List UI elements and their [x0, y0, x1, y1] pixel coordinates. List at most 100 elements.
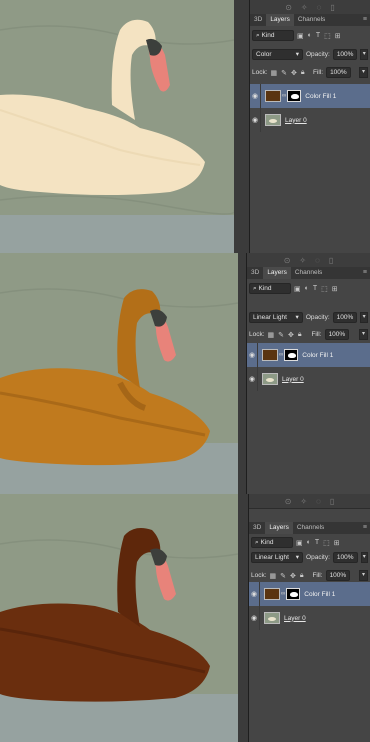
adjustment-filter-icon[interactable]: ◐: [305, 285, 309, 293]
layer-thumbnail[interactable]: [264, 612, 280, 624]
trash-icon[interactable]: ▯: [330, 3, 334, 12]
opacity-field[interactable]: 100%: [332, 49, 358, 60]
tab-layers[interactable]: Layers: [266, 14, 294, 26]
layer-row-layer-0[interactable]: ◉ Layer 0: [249, 606, 370, 630]
layer-name[interactable]: Layer 0: [284, 615, 306, 622]
lock-move-icon[interactable]: ✥: [290, 572, 296, 580]
tab-channels[interactable]: Channels: [293, 522, 328, 534]
fx-icon[interactable]: ✧: [301, 3, 308, 12]
smart-object-filter-icon[interactable]: ⊞: [332, 285, 338, 293]
lock-all-icon[interactable]: 🔒︎: [301, 69, 305, 77]
tab-channels[interactable]: Channels: [294, 14, 329, 26]
link-chain-icon[interactable]: ∞: [282, 93, 286, 99]
smart-object-filter-icon[interactable]: ⊞: [334, 539, 340, 547]
layer-name[interactable]: Layer 0: [285, 117, 307, 124]
layer-name[interactable]: Layer 0: [282, 376, 304, 383]
blend-mode-select[interactable]: Linear Light ▾: [251, 552, 304, 563]
layer-mask-thumbnail[interactable]: [287, 90, 302, 102]
fx-icon[interactable]: ✧: [300, 497, 307, 506]
visibility-eye-icon[interactable]: ◉: [247, 375, 257, 383]
tab-channels[interactable]: Channels: [291, 267, 326, 279]
panel-menu-icon[interactable]: ≡: [363, 267, 370, 279]
tab-3d[interactable]: 3D: [250, 14, 266, 26]
kind-filter-select[interactable]: ⌕ Kind: [249, 283, 291, 294]
fill-stepper[interactable]: ▾: [358, 67, 368, 78]
circle-mask-icon[interactable]: ◌: [317, 3, 322, 12]
link-icon[interactable]: ⊙: [284, 256, 291, 265]
lock-paint-icon[interactable]: ✎: [281, 69, 287, 77]
type-filter-icon[interactable]: T: [313, 285, 317, 293]
adjustment-filter-icon[interactable]: ◐: [307, 539, 311, 547]
opacity-field[interactable]: 100%: [332, 552, 358, 563]
type-filter-icon[interactable]: T: [315, 539, 319, 547]
tab-3d[interactable]: 3D: [247, 267, 263, 279]
link-icon[interactable]: ⊙: [285, 497, 292, 506]
lock-all-icon[interactable]: 🔒︎: [300, 572, 304, 580]
pixel-filter-icon[interactable]: ▣: [297, 32, 304, 40]
visibility-eye-icon[interactable]: ◉: [249, 590, 259, 598]
layer-thumbnail[interactable]: [265, 114, 281, 126]
type-filter-icon[interactable]: T: [316, 32, 320, 40]
lock-paint-icon[interactable]: ✎: [278, 331, 284, 339]
lock-transparent-icon[interactable]: ▦: [268, 331, 275, 339]
layer-mask-thumbnail[interactable]: [286, 588, 301, 600]
layer-row-layer-0[interactable]: ◉ Layer 0: [247, 367, 370, 391]
fx-icon[interactable]: ✧: [299, 256, 306, 265]
layer-row-color-fill[interactable]: ◉ ∞ Color Fill 1: [249, 582, 370, 606]
smart-object-filter-icon[interactable]: ⊞: [335, 32, 341, 40]
opacity-field[interactable]: 100%: [332, 312, 358, 323]
lock-all-icon[interactable]: 🔒︎: [298, 331, 302, 339]
layer-name[interactable]: Color Fill 1: [304, 591, 335, 598]
pixel-filter-icon[interactable]: ▣: [296, 539, 303, 547]
shape-filter-icon[interactable]: ⬚: [324, 32, 331, 40]
layer-mask-thumbnail[interactable]: [284, 349, 299, 361]
panel-menu-icon[interactable]: ≡: [363, 522, 370, 534]
fill-field[interactable]: 100%: [325, 570, 351, 581]
layer-row-color-fill[interactable]: ◉ ∞ Color Fill 1: [250, 84, 370, 108]
pixel-filter-icon[interactable]: ▣: [294, 285, 301, 293]
visibility-eye-icon[interactable]: ◉: [250, 92, 260, 100]
link-icon[interactable]: ⊙: [285, 3, 292, 12]
fill-field[interactable]: 100%: [324, 329, 350, 340]
fill-color-thumbnail[interactable]: [262, 349, 278, 361]
kind-filter-select[interactable]: ⌕ Kind: [252, 30, 294, 41]
tab-3d[interactable]: 3D: [249, 522, 265, 534]
link-chain-icon[interactable]: ∞: [281, 591, 285, 597]
fill-stepper[interactable]: ▾: [358, 570, 368, 581]
link-chain-icon[interactable]: ∞: [279, 352, 283, 358]
kind-label: Kind: [258, 285, 272, 292]
circle-mask-icon[interactable]: ◌: [316, 497, 321, 506]
blend-mode-select[interactable]: Color ▾: [252, 49, 303, 60]
kind-filter-select[interactable]: ⌕ Kind: [251, 537, 293, 548]
shape-filter-icon[interactable]: ⬚: [321, 285, 328, 293]
tab-layers[interactable]: Layers: [265, 522, 293, 534]
fill-color-thumbnail[interactable]: [264, 588, 280, 600]
circle-mask-icon[interactable]: ◌: [315, 256, 320, 265]
lock-transparent-icon[interactable]: ▦: [271, 69, 278, 77]
trash-icon[interactable]: ▯: [329, 256, 333, 265]
fill-color-thumbnail[interactable]: [265, 90, 281, 102]
opacity-stepper[interactable]: ▾: [360, 552, 368, 563]
shape-filter-icon[interactable]: ⬚: [323, 539, 330, 547]
lock-move-icon[interactable]: ✥: [291, 69, 297, 77]
lock-move-icon[interactable]: ✥: [288, 331, 294, 339]
blend-mode-select[interactable]: Linear Light ▾: [249, 312, 303, 323]
fill-field[interactable]: 100%: [326, 67, 351, 78]
opacity-stepper[interactable]: ▾: [360, 49, 368, 60]
lock-transparent-icon[interactable]: ▦: [270, 572, 277, 580]
visibility-eye-icon[interactable]: ◉: [250, 116, 260, 124]
panel-menu-icon[interactable]: ≡: [363, 14, 370, 26]
adjustment-filter-icon[interactable]: ◐: [308, 32, 312, 40]
tab-layers[interactable]: Layers: [263, 267, 291, 279]
layer-thumbnail[interactable]: [262, 373, 278, 385]
visibility-eye-icon[interactable]: ◉: [249, 614, 259, 622]
layer-name[interactable]: Color Fill 1: [302, 352, 333, 359]
layer-row-layer-0[interactable]: ◉ Layer 0: [250, 108, 370, 132]
opacity-stepper[interactable]: ▾: [360, 312, 368, 323]
layer-row-color-fill[interactable]: ◉ ∞ Color Fill 1: [247, 343, 370, 367]
layer-name[interactable]: Color Fill 1: [305, 93, 336, 100]
lock-paint-icon[interactable]: ✎: [280, 572, 286, 580]
trash-icon[interactable]: ▯: [330, 497, 334, 506]
fill-stepper[interactable]: ▾: [358, 329, 368, 340]
visibility-eye-icon[interactable]: ◉: [247, 351, 257, 359]
